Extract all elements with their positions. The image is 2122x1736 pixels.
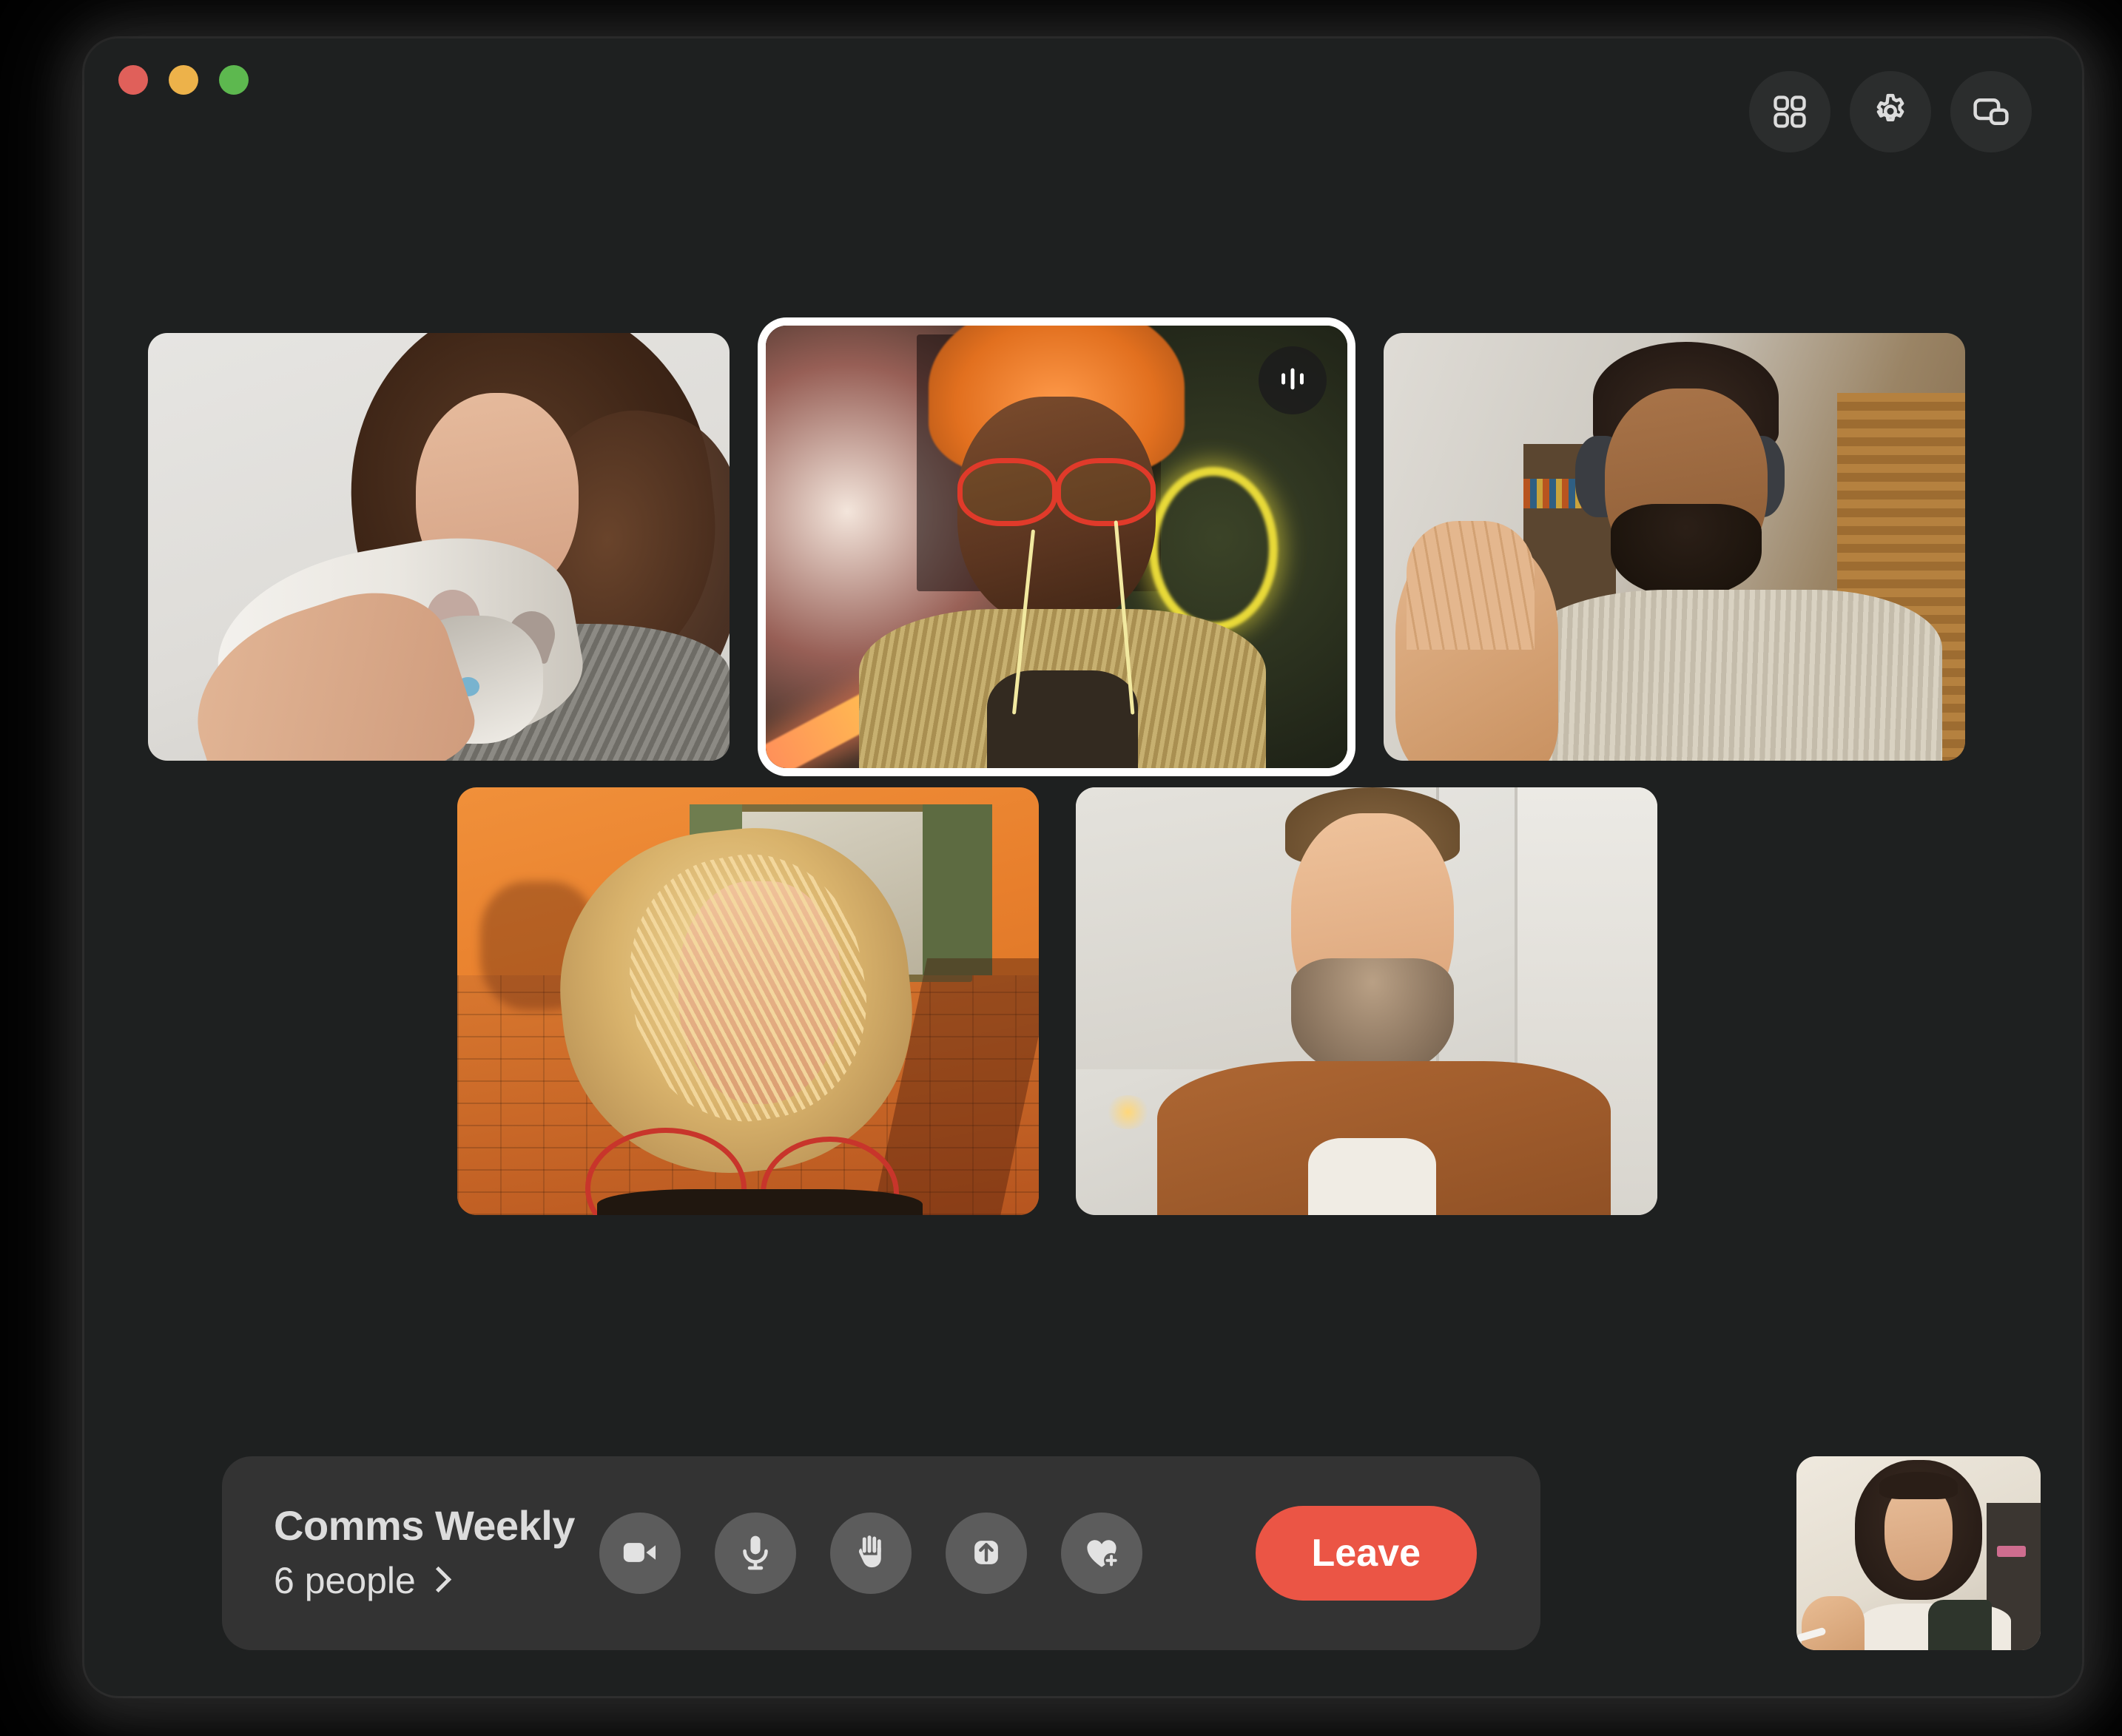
- leave-call-button[interactable]: Leave: [1255, 1506, 1477, 1601]
- participant-video: [148, 333, 730, 761]
- participants-link[interactable]: 6 people: [274, 1559, 599, 1602]
- participant-grid: [84, 135, 2082, 1348]
- grid-layout-icon: [1771, 92, 1809, 131]
- traffic-lights: [118, 65, 249, 95]
- share-button[interactable]: [946, 1513, 1027, 1594]
- raise-hand-button[interactable]: [830, 1513, 912, 1594]
- self-view-tile[interactable]: [1796, 1456, 2041, 1650]
- reactions-button[interactable]: [1061, 1513, 1142, 1594]
- raised-hand-icon: [850, 1532, 892, 1575]
- audio-waveform-icon: [1276, 362, 1310, 400]
- call-action-buttons: [599, 1513, 1142, 1594]
- desktop-background: Comms Weekly 6 people Leave: [0, 0, 2122, 1736]
- meeting-info: Comms Weekly 6 people: [274, 1504, 599, 1603]
- camera-button[interactable]: [599, 1513, 681, 1594]
- participant-video: [1076, 787, 1657, 1215]
- call-control-bar: Comms Weekly 6 people Leave: [222, 1456, 1540, 1650]
- participants-count-label: 6 people: [274, 1560, 416, 1602]
- participant-tile[interactable]: [457, 787, 1039, 1215]
- participant-video: [457, 787, 1039, 1215]
- participant-tile[interactable]: [1384, 333, 1965, 761]
- video-call-window: Comms Weekly 6 people Leave: [84, 38, 2082, 1696]
- speaking-indicator-badge: [1259, 346, 1327, 414]
- video-camera-icon: [619, 1532, 661, 1575]
- participant-tile[interactable]: [1076, 787, 1657, 1215]
- microphone-icon: [735, 1532, 776, 1575]
- picture-in-picture-icon: [1971, 92, 2011, 132]
- participant-tile-active-speaker[interactable]: [766, 326, 1347, 768]
- participant-video: [1384, 333, 1965, 761]
- participant-tile[interactable]: [148, 333, 730, 761]
- gear-icon: [1870, 91, 1911, 132]
- share-up-arrow-icon: [966, 1532, 1007, 1575]
- meeting-title: Comms Weekly: [274, 1501, 575, 1549]
- self-view-video: [1796, 1456, 2041, 1650]
- zoom-window-button[interactable]: [219, 65, 249, 95]
- window-titlebar: [84, 38, 2082, 152]
- heart-plus-icon: [1081, 1532, 1122, 1575]
- minimize-window-button[interactable]: [169, 65, 198, 95]
- microphone-button[interactable]: [715, 1513, 796, 1594]
- close-window-button[interactable]: [118, 65, 148, 95]
- chevron-right-icon: [425, 1566, 452, 1593]
